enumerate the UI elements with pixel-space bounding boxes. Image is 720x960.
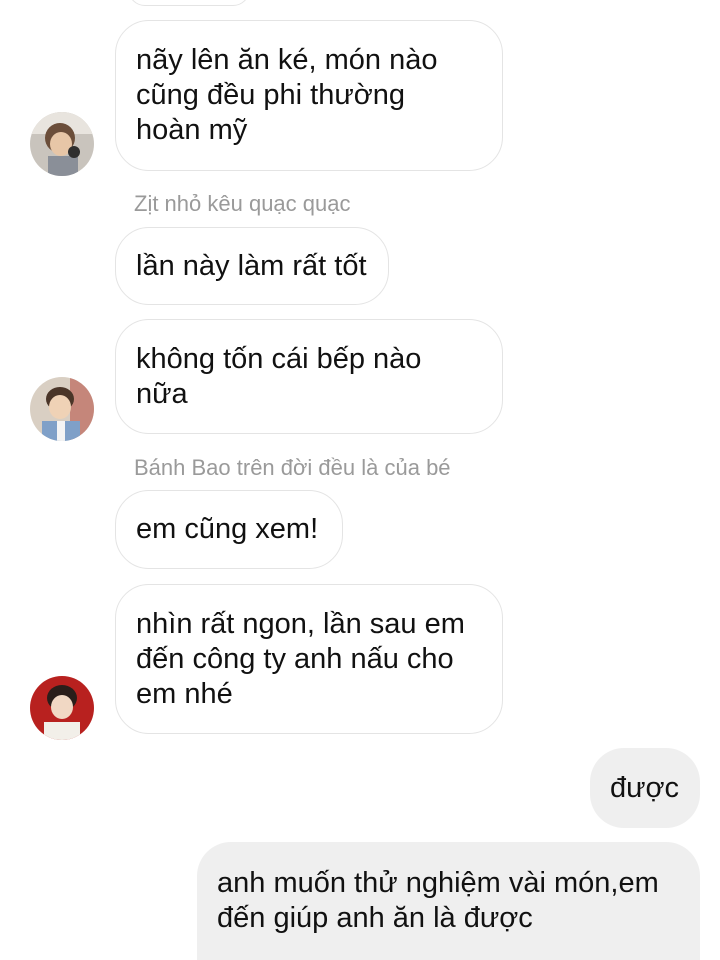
- avatar-photo-1: [30, 112, 94, 176]
- incoming-message-3[interactable]: không tốn cái bếp nào nữa: [115, 319, 503, 434]
- incoming-message-1[interactable]: nãy lên ăn ké, món nào cũng đều phi thườ…: [115, 20, 503, 171]
- avatar-photo-2: [30, 377, 94, 441]
- partial-message-bubble: [128, 0, 250, 6]
- sender-name-2: Zịt nhỏ kêu quạc quạc: [134, 191, 351, 216]
- incoming-message-2[interactable]: lần này làm rất tốt: [115, 227, 389, 305]
- avatar-user-3[interactable]: [30, 676, 94, 740]
- outgoing-message-2[interactable]: anh muốn thử nghiệm vài món,em đến giúp …: [197, 842, 700, 960]
- incoming-message-4[interactable]: em cũng xem!: [115, 490, 343, 569]
- incoming-message-5[interactable]: nhìn rất ngon, lần sau em đến công ty an…: [115, 584, 503, 734]
- avatar-user-1[interactable]: [30, 112, 94, 176]
- outgoing-message-1[interactable]: được: [590, 748, 700, 828]
- avatar-photo-3: [30, 676, 94, 740]
- avatar-user-2[interactable]: [30, 377, 94, 441]
- sender-name-4: Bánh Bao trên đời đều là của bé: [134, 455, 451, 480]
